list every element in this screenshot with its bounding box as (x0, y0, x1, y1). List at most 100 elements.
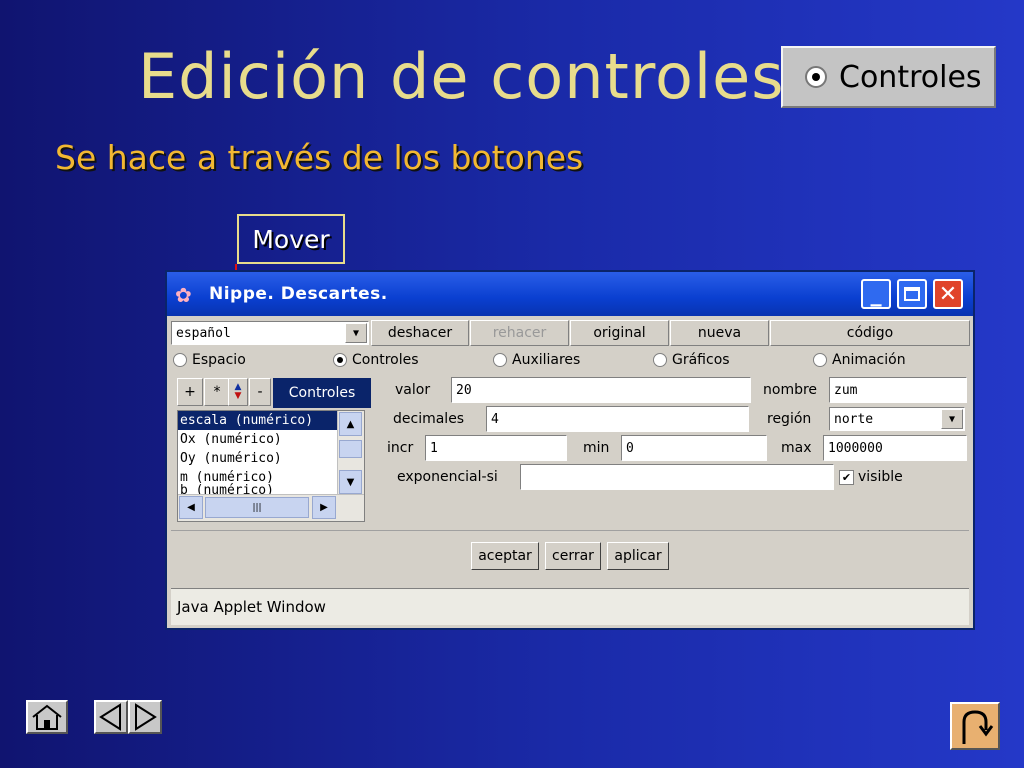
close-dialog-button[interactable]: cerrar (545, 542, 601, 570)
radio-label: Controles (352, 352, 419, 368)
valor-field[interactable]: 20 (451, 377, 751, 403)
section-radio-group: Espacio Controles Auxiliares Gráficos An… (173, 352, 973, 372)
window-title: Nippe. Descartes. (209, 284, 388, 304)
controles-image-label: Controles (839, 59, 982, 95)
region-label: región (767, 411, 812, 427)
radio-selected-icon (333, 353, 347, 367)
close-label: cerrar (552, 548, 594, 564)
radio-label: Gráficos (672, 352, 730, 368)
radio-label: Auxiliares (512, 352, 581, 368)
language-select[interactable]: español ▼ (171, 321, 369, 345)
u-turn-icon (962, 710, 994, 744)
nombre-label: nombre (763, 382, 818, 398)
original-label: original (593, 325, 646, 341)
radio-icon (653, 353, 667, 367)
chevron-down-icon[interactable]: ▼ (941, 409, 963, 429)
applet-window: ✿ Nippe. Descartes. ▁ ✕ español ▼ deshac… (165, 270, 975, 630)
horizontal-scrollbar[interactable]: ◀ ||| ▶ (178, 494, 364, 521)
scroll-thumb[interactable] (339, 440, 362, 458)
title-bar[interactable]: ✿ Nippe. Descartes. ▁ ✕ (167, 272, 973, 316)
nombre-field[interactable]: zum (829, 377, 967, 403)
move-up-down-button[interactable]: ▲ ▼ (228, 378, 248, 406)
remove-icon: - (257, 384, 263, 400)
scroll-left-icon[interactable]: ◀ (179, 496, 203, 519)
controles-radio-image: Controles (781, 46, 996, 108)
radio-espacio[interactable]: Espacio (173, 352, 246, 368)
star-icon: * (213, 384, 221, 400)
star-button[interactable]: * (204, 378, 230, 406)
code-label: código (846, 325, 894, 341)
apply-button[interactable]: aplicar (607, 542, 669, 570)
decimales-field[interactable]: 4 (486, 406, 749, 432)
undo-button[interactable]: deshacer (371, 320, 469, 346)
exponencial-label: exponencial-si (397, 469, 498, 485)
controls-list-panel: + * ▲ ▼ - Controles escala (numérico) Ox … (173, 376, 371, 526)
status-bar: Java Applet Window (171, 588, 969, 625)
maximize-button[interactable] (897, 279, 927, 309)
incr-label: incr (387, 440, 414, 456)
controls-list[interactable]: escala (numérico) Ox (numérico) Oy (numé… (177, 410, 365, 522)
app-icon: ✿ (175, 283, 192, 307)
decimales-label: decimales (393, 411, 465, 427)
home-nav-button[interactable] (26, 700, 68, 734)
original-button[interactable]: original (570, 320, 669, 346)
previous-slide-button[interactable] (94, 700, 128, 734)
radio-icon (493, 353, 507, 367)
mover-callout: Mover (237, 214, 345, 264)
controls-header: Controles (273, 378, 371, 408)
arrow-right-icon (135, 703, 157, 731)
arrow-down-icon: ▼ (234, 391, 242, 401)
vertical-scrollbar[interactable]: ▲ ▼ (337, 411, 364, 495)
scroll-right-icon[interactable]: ▶ (312, 496, 336, 519)
accept-label: aceptar (478, 548, 532, 564)
apply-label: aplicar (614, 548, 662, 564)
arrow-left-icon (99, 703, 121, 731)
redo-button[interactable]: rehacer (470, 320, 569, 346)
add-control-button[interactable]: + (177, 378, 203, 406)
code-button[interactable]: código (770, 320, 970, 346)
redo-label: rehacer (492, 325, 547, 341)
visible-checkbox[interactable]: ✔ visible (839, 469, 903, 485)
region-select-value: norte (834, 411, 874, 427)
radio-icon (805, 66, 827, 88)
slide-title: Edición de controles (138, 40, 785, 113)
max-field[interactable]: 1000000 (823, 435, 967, 461)
new-button[interactable]: nueva (670, 320, 769, 346)
checkmark-icon: ✔ (839, 469, 854, 485)
slide-subtitle: Se hace a través de los botones (55, 138, 584, 177)
accept-button[interactable]: aceptar (471, 542, 539, 570)
radio-auxiliares[interactable]: Auxiliares (493, 352, 580, 368)
chevron-down-icon[interactable]: ▼ (345, 323, 367, 343)
radio-animacion[interactable]: Animación (813, 352, 906, 368)
home-icon (32, 704, 62, 730)
radio-icon (173, 353, 187, 367)
undo-label: deshacer (387, 325, 453, 341)
min-field[interactable]: 0 (621, 435, 767, 461)
return-nav-button[interactable] (950, 702, 1000, 750)
radio-graficos[interactable]: Gráficos (653, 352, 730, 368)
valor-label: valor (395, 382, 431, 398)
region-select[interactable]: norte ▼ (829, 407, 965, 431)
close-button[interactable]: ✕ (933, 279, 963, 309)
radio-label: Espacio (192, 352, 246, 368)
close-icon: ✕ (938, 281, 958, 307)
incr-field[interactable]: 1 (425, 435, 567, 461)
radio-controles[interactable]: Controles (333, 352, 419, 368)
max-label: max (781, 440, 812, 456)
scroll-down-icon[interactable]: ▼ (339, 470, 362, 494)
language-select-value: español (176, 325, 231, 341)
divider (171, 530, 969, 531)
visible-label: visible (858, 469, 903, 485)
scroll-up-icon[interactable]: ▲ (339, 412, 362, 436)
add-icon: + (184, 384, 196, 400)
remove-control-button[interactable]: - (249, 378, 271, 406)
maximize-icon (904, 287, 920, 301)
minimize-button[interactable]: ▁ (861, 279, 891, 309)
min-label: min (583, 440, 610, 456)
next-slide-button[interactable] (128, 700, 162, 734)
minimize-icon: ▁ (870, 291, 882, 307)
exponencial-field[interactable] (520, 464, 834, 490)
new-label: nueva (697, 325, 742, 341)
scroll-thumb[interactable]: ||| (205, 497, 309, 518)
radio-icon (813, 353, 827, 367)
